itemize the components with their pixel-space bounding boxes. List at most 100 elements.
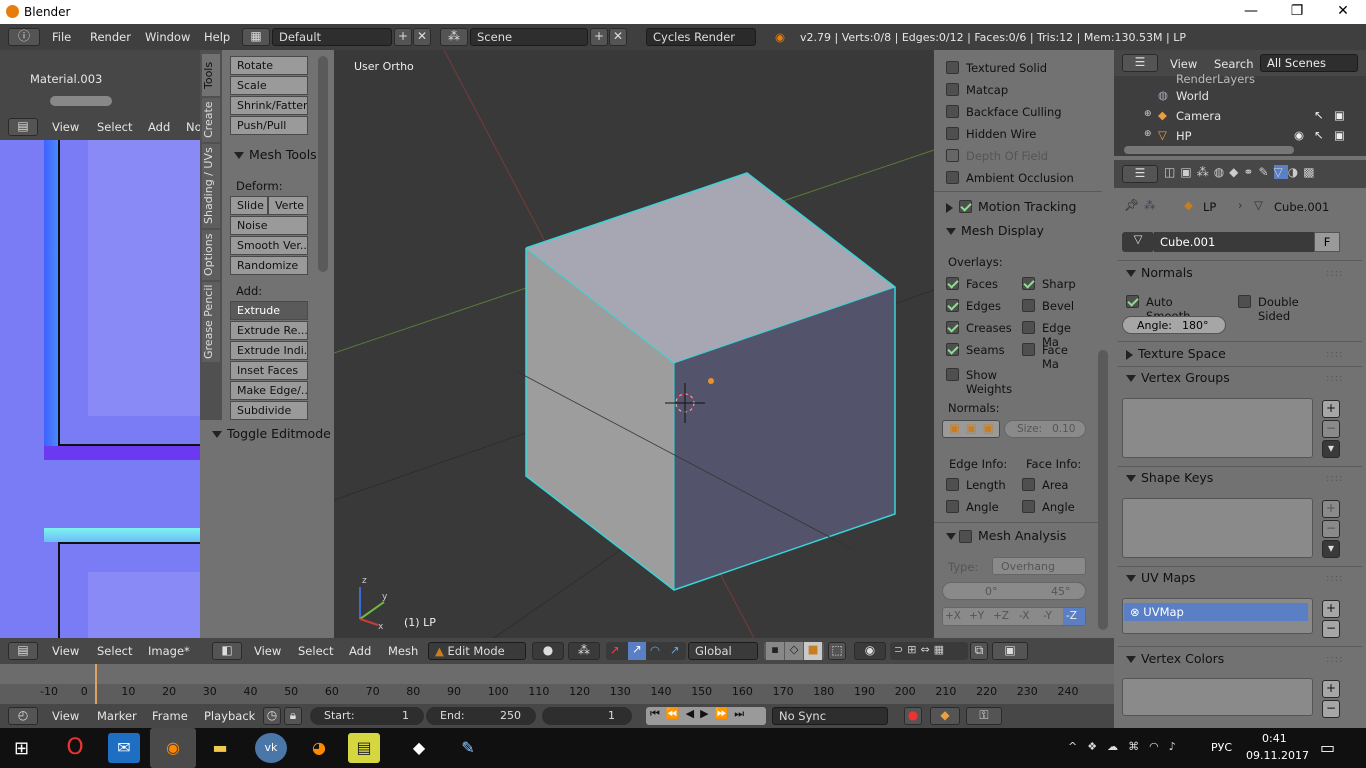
- outliner-item-hp[interactable]: HP: [1176, 129, 1192, 143]
- add-scene-icon[interactable]: +: [590, 28, 608, 46]
- timeline-editor-icon[interactable]: ◴: [8, 707, 38, 725]
- proportional-editing-select[interactable]: ◉: [854, 642, 886, 660]
- menu-image[interactable]: Image*: [148, 644, 190, 658]
- firefox-icon[interactable]: ◕: [303, 733, 335, 763]
- screen-layout-icon[interactable]: ▦: [242, 28, 270, 46]
- record-icon[interactable]: ●: [904, 707, 922, 725]
- tab-options[interactable]: Options: [202, 230, 220, 280]
- toggle-editmode-header[interactable]: Toggle Editmode: [212, 426, 331, 441]
- playback-controls[interactable]: ⏮⏪◀▶⏩⏭: [646, 707, 766, 725]
- clock-time[interactable]: 0:41: [1262, 732, 1287, 745]
- vertex-colors-list[interactable]: [1122, 678, 1313, 716]
- expand-icon[interactable]: ⊕: [1144, 129, 1152, 139]
- outliner-item-renderlayers[interactable]: RenderLayers: [1176, 72, 1255, 86]
- rotate-icon[interactable]: ◠: [650, 643, 660, 657]
- add-vertex-color-icon[interactable]: +: [1322, 680, 1340, 698]
- occlude-geometry-icon[interactable]: ⬚: [828, 642, 846, 660]
- texture-space-header[interactable]: Texture Space: [1126, 346, 1226, 361]
- auto-smooth-angle-field[interactable]: Angle: 180°: [1122, 316, 1226, 334]
- selectable-icon[interactable]: ↖: [1314, 128, 1324, 142]
- jump-start-icon[interactable]: ⏮: [650, 707, 666, 720]
- transform-orientation-select[interactable]: Global: [688, 642, 758, 660]
- restore-button[interactable]: ❐: [1274, 0, 1320, 24]
- fake-user-button[interactable]: F: [1314, 232, 1340, 252]
- outliner-item-camera[interactable]: Camera: [1176, 109, 1221, 123]
- select-mode-buttons[interactable]: ▪ ◇ ■: [764, 642, 824, 660]
- drag-handle-icon[interactable]: ::::: [1326, 473, 1343, 484]
- menu-marker[interactable]: Marker: [97, 709, 137, 723]
- matcap-checkbox[interactable]: [946, 83, 959, 96]
- drag-handle-icon[interactable]: ::::: [1326, 373, 1343, 384]
- info-editor-type-icon[interactable]: ⓘ: [8, 28, 40, 46]
- remove-uv-map-icon[interactable]: −: [1322, 620, 1340, 638]
- world-tab-icon[interactable]: ◍: [1214, 165, 1229, 179]
- hidden-wire-checkbox[interactable]: [946, 127, 959, 140]
- 3d-viewport[interactable]: User Ortho (1) LP z y x: [334, 50, 934, 638]
- add-uv-map-icon[interactable]: +: [1322, 600, 1340, 618]
- breadcrumb-object[interactable]: LP: [1203, 200, 1216, 214]
- face-area-checkbox[interactable]: [1022, 478, 1035, 491]
- creases-checkbox[interactable]: [946, 321, 959, 334]
- rotate-button[interactable]: Rotate: [230, 56, 308, 75]
- scrollbar[interactable]: [50, 96, 112, 106]
- play-reverse-icon[interactable]: ◀: [686, 707, 700, 720]
- pivot-point-select[interactable]: ⁂: [568, 642, 600, 660]
- axis-plus-z-button[interactable]: +Z: [993, 610, 1009, 622]
- analysis-range-field[interactable]: 0° 45°: [942, 582, 1086, 600]
- play-icon[interactable]: ▶: [700, 707, 714, 720]
- opengl-render-icon[interactable]: ▣: [992, 642, 1028, 660]
- cloud-icon[interactable]: ☁: [1107, 740, 1128, 753]
- menu-view[interactable]: View: [52, 644, 79, 658]
- mesh-analysis-checkbox[interactable]: [959, 530, 972, 543]
- magnet-icon[interactable]: ⊃: [894, 643, 907, 656]
- drag-handle-icon[interactable]: ::::: [1326, 654, 1343, 665]
- menu-add[interactable]: Add: [349, 644, 371, 658]
- shape-keys-header[interactable]: Shape Keys: [1126, 470, 1213, 485]
- remove-scene-icon[interactable]: ✕: [609, 28, 627, 46]
- keying-set-icon[interactable]: ◆: [930, 707, 960, 725]
- uv-maps-header[interactable]: UV Maps: [1126, 570, 1196, 585]
- drag-handle-icon[interactable]: ::::: [1326, 349, 1343, 360]
- visibility-icon[interactable]: ◉: [1294, 128, 1304, 142]
- object-tab-icon[interactable]: ◆: [1229, 165, 1243, 179]
- blender-taskbar-icon[interactable]: ◉: [150, 728, 196, 768]
- shape-keys-list[interactable]: [1122, 498, 1313, 558]
- vertex-colors-header[interactable]: Vertex Colors: [1126, 651, 1224, 666]
- analysis-type-select[interactable]: Overhang: [992, 557, 1086, 575]
- data-tab-icon[interactable]: ▽: [1273, 165, 1288, 179]
- render-icon[interactable]: ⧉: [970, 642, 988, 660]
- render-tab-icon[interactable]: ◫: [1164, 165, 1180, 179]
- randomize-button[interactable]: Randomize: [230, 256, 308, 275]
- menu-window[interactable]: Window: [145, 30, 190, 44]
- outliner-editor-icon[interactable]: ☰: [1122, 54, 1158, 72]
- axis-plus-x-button[interactable]: +X: [945, 610, 961, 622]
- faces-checkbox[interactable]: [946, 277, 959, 290]
- jump-end-icon[interactable]: ⏭: [734, 707, 750, 720]
- motion-tracking-checkbox[interactable]: [959, 200, 972, 213]
- insert-keyframe-icon[interactable]: ⚿: [966, 707, 1002, 725]
- mesh-tools-header[interactable]: Mesh Tools: [234, 147, 317, 162]
- clock-date[interactable]: 09.11.2017: [1246, 749, 1309, 762]
- screen-layout-field[interactable]: Default: [272, 28, 392, 46]
- add-screen-icon[interactable]: +: [394, 28, 412, 46]
- motion-tracking-header[interactable]: [946, 199, 958, 214]
- pin-icon[interactable]: 📌︎: [1124, 198, 1139, 212]
- network-icon[interactable]: ⌘: [1128, 740, 1149, 753]
- minimize-button[interactable]: —: [1228, 0, 1274, 24]
- outlook-icon[interactable]: ✉: [108, 733, 140, 763]
- add-vertex-group-icon[interactable]: +: [1322, 400, 1340, 418]
- menu-frame[interactable]: Frame: [152, 709, 188, 723]
- slide-button[interactable]: Slide: [230, 196, 268, 215]
- shrink-fatten-button[interactable]: Shrink/Fatten: [230, 96, 308, 115]
- snap-element-icon[interactable]: ⊞: [907, 643, 920, 656]
- input-language[interactable]: РУС: [1211, 741, 1232, 754]
- menu-view[interactable]: View: [52, 120, 79, 134]
- subdivide-button[interactable]: Subdivide: [230, 401, 308, 420]
- show-weights-checkbox[interactable]: [946, 368, 959, 381]
- layers-tab-icon[interactable]: ▣: [1180, 165, 1196, 179]
- analysis-axis-buttons[interactable]: +X +Y +Z -X -Y -Z: [942, 607, 1086, 626]
- outliner-item-world[interactable]: World: [1176, 89, 1209, 103]
- menu-select[interactable]: Select: [298, 644, 333, 658]
- scale-icon[interactable]: ↗: [670, 643, 680, 657]
- menu-view[interactable]: View: [1170, 57, 1197, 71]
